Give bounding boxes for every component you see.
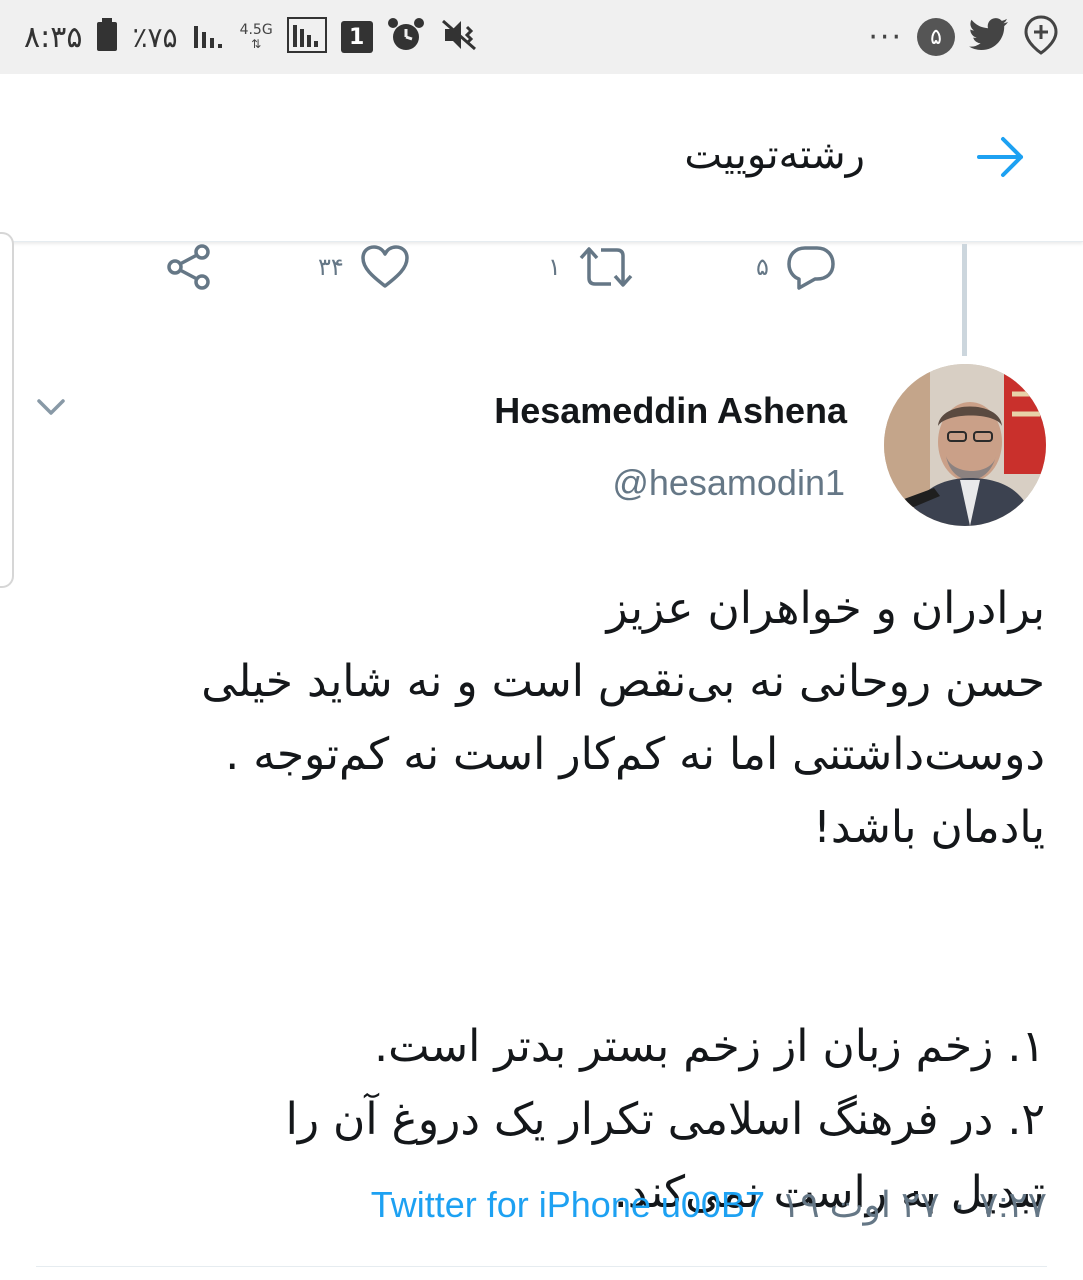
data-arrows-icon: ⇅	[251, 37, 262, 51]
battery-percent: ٪۷۵	[132, 20, 178, 54]
divider	[36, 1266, 1047, 1267]
tweet-line: ۱. زخم زبان از زخم بستر بدتر است.	[374, 1021, 1045, 1072]
retweet-count: ۱	[548, 253, 561, 281]
status-time: ۸:۳۵	[24, 19, 83, 55]
previous-tweet-actions: ۳۴ ۱ ۵	[0, 244, 1083, 294]
meta-separator: u00B7	[660, 1184, 765, 1225]
alarm-icon	[387, 17, 425, 57]
arrow-right-icon[interactable]	[975, 134, 1027, 180]
network-type: 4.5G	[239, 22, 273, 38]
heart-icon	[360, 244, 410, 290]
chevron-down-icon[interactable]	[36, 396, 66, 418]
author-handle[interactable]: @hesamodin1	[612, 462, 845, 504]
reply-button[interactable]: ۵	[756, 244, 837, 290]
page-title: رشته‌توییت	[684, 132, 865, 178]
status-left-group: ۸:۳۵ ٪۷۵ 4.5G ⇅ 1	[24, 17, 479, 57]
retweet-button[interactable]: ۱	[548, 244, 635, 290]
status-bar: ۸:۳۵ ٪۷۵ 4.5G ⇅ 1 ··· ۵	[0, 0, 1083, 74]
tweet-body: برادران و خواهران عزیز حسن روحانی نه بی‌…	[45, 572, 1045, 1229]
tweet-source-link[interactable]: Twitter for iPhone	[371, 1184, 651, 1226]
avatar[interactable]	[884, 364, 1046, 526]
author-name[interactable]: Hesameddin Ashena	[494, 390, 847, 432]
sim-icon: 1	[340, 21, 373, 53]
tweet-line: ۲. در فرهنگ اسلامی تکرار یک دروغ آن را	[285, 1094, 1045, 1145]
like-count: ۳۴	[318, 253, 344, 281]
share-button[interactable]	[164, 244, 214, 290]
maps-pin-icon	[1023, 15, 1059, 59]
retweet-icon	[577, 244, 635, 290]
status-right-group: ··· ۵	[868, 15, 1059, 59]
tweet-timestamp: ۷:۲۷ ۰ ۲۷ اوت ۱۹	[780, 1184, 1047, 1225]
notification-badge-icon: ۵	[917, 18, 955, 56]
thread-header: رشته‌توییت	[0, 74, 1083, 242]
vibrate-mute-icon	[439, 17, 479, 57]
tweet-meta: Twitter for iPhone u00B7 ۷:۲۷ ۰ ۲۷ اوت ۱…	[371, 1184, 1047, 1226]
network-icon: 4.5G ⇅	[240, 23, 273, 51]
more-dots-icon[interactable]: ···	[868, 20, 903, 55]
tweet-line: یادمان باشد!	[813, 802, 1045, 853]
battery-icon	[96, 18, 118, 56]
thread-connector-line	[962, 244, 967, 356]
share-icon	[164, 244, 214, 290]
signal-bars-icon	[286, 17, 327, 57]
signal-icon	[192, 20, 226, 54]
tweet-line: حسن روحانی نه بی‌نقص است و نه شاید خیلی	[201, 656, 1045, 707]
reply-count: ۵	[756, 253, 769, 281]
like-button[interactable]: ۳۴	[318, 244, 410, 290]
tweet-line: دوست‌داشتنی اما نه کم‌کار است نه کم‌توجه…	[225, 729, 1045, 780]
reply-bubble-icon	[785, 244, 837, 290]
twitter-bird-icon	[969, 18, 1009, 56]
tweet-line: برادران و خواهران عزیز	[606, 583, 1045, 634]
